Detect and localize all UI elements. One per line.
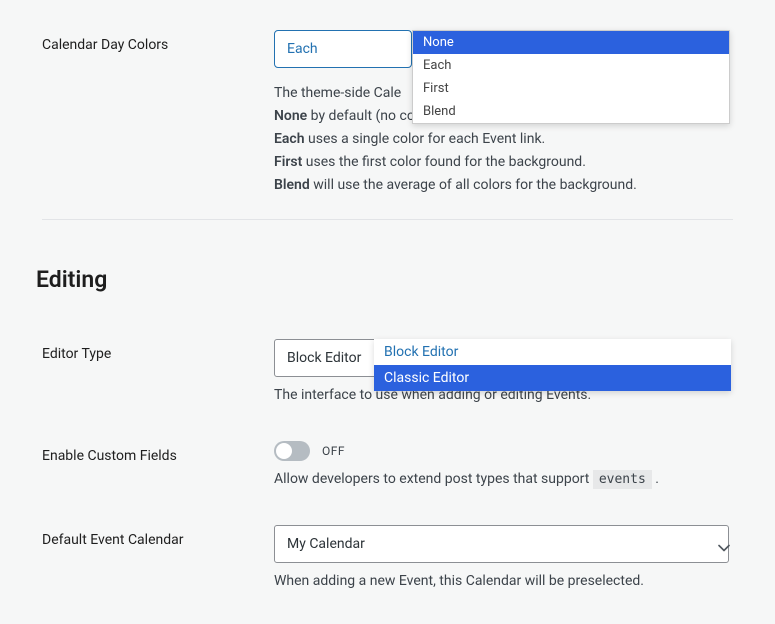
default-event-calendar-row: Default Event Calendar My Calendar When …	[42, 525, 733, 589]
editor-type-row: Editor Type Block Editor Block Editor Cl…	[42, 339, 733, 403]
default-event-calendar-select[interactable]: My Calendar	[274, 525, 729, 563]
editor-type-dropdown: Block Editor Classic Editor	[374, 339, 731, 391]
enable-custom-fields-row: Enable Custom Fields OFF Allow developer…	[42, 441, 733, 487]
custom-fields-help: Allow developers to extend post types th…	[274, 471, 733, 487]
calendar-day-colors-dropdown: None Each First Blend	[412, 30, 730, 124]
custom-fields-toggle[interactable]	[274, 441, 310, 461]
help-each-label: Each	[274, 131, 305, 147]
events-code: events	[593, 470, 652, 489]
editor-type-control: Block Editor Block Editor Classic Editor…	[274, 339, 733, 403]
default-event-calendar-help: When adding a new Event, this Calendar w…	[274, 573, 733, 589]
calendar-day-colors-control: Each None Each First Blend The theme-sid…	[274, 30, 733, 197]
toggle-row: OFF	[274, 441, 733, 461]
help-blend-label: Blend	[274, 177, 310, 193]
option-classic-editor[interactable]: Classic Editor	[374, 365, 731, 391]
toggle-knob	[276, 443, 292, 459]
editing-section-title: Editing	[36, 266, 733, 293]
help-each-text: uses a single color for each Event link.	[305, 131, 546, 147]
option-none[interactable]: None	[413, 31, 729, 54]
custom-fields-help-post: .	[652, 471, 659, 487]
help-blend-text: will use the average of all colors for t…	[310, 177, 637, 193]
option-first[interactable]: First	[413, 77, 729, 100]
help-none-label: None	[274, 108, 307, 124]
default-event-calendar-control: My Calendar When adding a new Event, thi…	[274, 525, 733, 589]
default-event-calendar-value: My Calendar	[287, 536, 365, 552]
option-each[interactable]: Each	[413, 54, 729, 77]
calendar-day-colors-value: Each	[287, 41, 318, 57]
help-first-label: First	[274, 154, 302, 170]
calendar-day-colors-label: Calendar Day Colors	[42, 30, 274, 53]
calendar-day-colors-row: Calendar Day Colors Each None Each First…	[42, 30, 733, 197]
enable-custom-fields-control: OFF Allow developers to extend post type…	[274, 441, 733, 487]
default-event-calendar-label: Default Event Calendar	[42, 525, 274, 548]
help-first-text: uses the first color found for the backg…	[302, 154, 586, 170]
help-intro: The theme-side Cale	[274, 85, 401, 101]
option-block-editor[interactable]: Block Editor	[374, 339, 731, 365]
toggle-state-text: OFF	[322, 444, 345, 458]
editor-type-value: Block Editor	[287, 350, 361, 366]
enable-custom-fields-label: Enable Custom Fields	[42, 441, 274, 464]
editor-type-label: Editor Type	[42, 339, 274, 362]
option-blend[interactable]: Blend	[413, 100, 729, 123]
section-divider	[42, 219, 733, 220]
custom-fields-help-pre: Allow developers to extend post types th…	[274, 471, 593, 487]
calendar-day-colors-select[interactable]: Each	[274, 30, 412, 68]
